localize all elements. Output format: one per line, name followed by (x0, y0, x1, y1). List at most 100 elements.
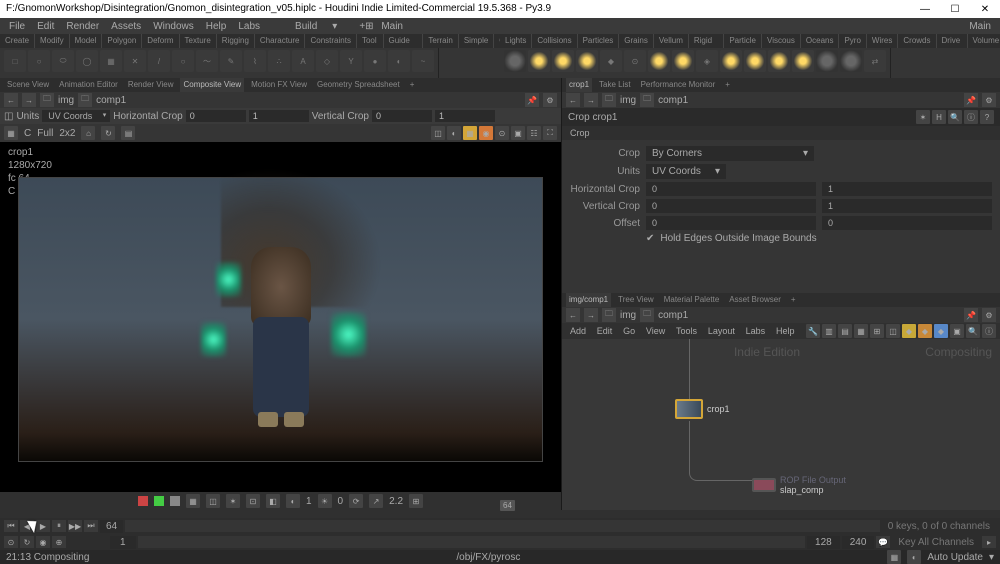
node-crop1[interactable]: crop1 (675, 399, 730, 419)
tool-stereo-icon[interactable] (816, 50, 838, 72)
shelf-tab[interactable]: Crowds (898, 34, 936, 48)
pin-icon[interactable]: 📌 (525, 93, 539, 107)
channel-c[interactable]: C (24, 128, 31, 139)
tool-geo-icon[interactable]: ◆ (600, 50, 622, 72)
tl-opt3[interactable]: ◉ (36, 536, 50, 548)
hcrop-1-field[interactable]: 1 (822, 182, 992, 196)
composite-viewport[interactable]: crop11280x720fc 64C (0, 142, 561, 492)
nm-i4[interactable]: ⊞ (870, 324, 884, 338)
shelf-tab[interactable]: Collisions (532, 34, 577, 48)
view-i4[interactable]: ◉ (479, 126, 493, 140)
shelf-tab[interactable]: Particle Flu (724, 34, 762, 48)
gear-icon[interactable]: ⚙ (982, 308, 996, 322)
guide-icon[interactable]: ◫ (4, 111, 13, 122)
view-i7[interactable]: ☷ (527, 126, 541, 140)
cur-frame[interactable]: 64 (100, 520, 123, 533)
tool-metaball-icon[interactable]: ● (364, 50, 386, 72)
path-obj[interactable]: img (58, 95, 74, 106)
hold-checkbox[interactable]: ✔ (646, 233, 654, 244)
folder-icon[interactable]: 🗀 (602, 93, 616, 107)
tool-env-icon[interactable]: ⊙ (624, 50, 646, 72)
tab-perf[interactable]: Performance Monitor (638, 78, 719, 92)
horiz-0-input[interactable] (186, 110, 246, 122)
play-back-button[interactable]: ▶ (36, 520, 50, 532)
nm-view[interactable]: View (642, 326, 669, 336)
vp-i5[interactable]: ◧ (266, 494, 280, 508)
tool-distantlight-icon[interactable] (672, 50, 694, 72)
tool-portal-icon[interactable]: ◈ (696, 50, 718, 72)
nm-help[interactable]: Help (772, 326, 799, 336)
folder2-icon[interactable]: 🗀 (640, 93, 654, 107)
back-icon[interactable]: ← (566, 308, 580, 322)
home-icon[interactable]: ⌂ (81, 126, 95, 140)
shelf-tab[interactable]: Guide Process (384, 34, 424, 48)
shelf-tab[interactable]: Particles (578, 34, 620, 48)
vp-i7[interactable]: ⟳ (349, 494, 363, 508)
tab-anim-editor[interactable]: Animation Editor (56, 78, 121, 92)
tab-add[interactable]: + (407, 78, 418, 92)
desk-right[interactable]: Main (964, 21, 996, 32)
tool-arealight-icon[interactable] (576, 50, 598, 72)
nm-i1[interactable]: ▥ (822, 324, 836, 338)
param-help-icon[interactable]: ? (980, 110, 994, 124)
view-opt-icon[interactable]: ▦ (4, 126, 18, 140)
nm-search-icon[interactable]: 🔍 (966, 324, 980, 338)
tab-imgcomp[interactable]: img/comp1 (566, 293, 611, 307)
param-h-icon[interactable]: H (932, 110, 946, 124)
shelf-tab[interactable]: Model (70, 34, 103, 48)
nm-wrench-icon[interactable]: 🔧 (806, 324, 820, 338)
tool-camera-icon[interactable] (504, 50, 526, 72)
tool-ambient-icon[interactable] (792, 50, 814, 72)
pin-icon[interactable]: 📌 (964, 308, 978, 322)
status-right[interactable]: Auto Update (927, 552, 983, 563)
tool-platonic-icon[interactable]: ◇ (316, 50, 338, 72)
shelf-tab[interactable]: Characture (255, 34, 306, 48)
param-info-icon[interactable]: ⓘ (964, 110, 978, 124)
menu-edit[interactable]: Edit (32, 21, 59, 32)
shelf-tab[interactable]: Wires (867, 34, 898, 48)
tab-takelist[interactable]: Take List (596, 78, 634, 92)
shelf-tab[interactable]: Terrain FX (423, 34, 458, 48)
nm-tools[interactable]: Tools (672, 326, 701, 336)
nm-add[interactable]: Add (566, 326, 590, 336)
nm-i7[interactable]: ◆ (918, 324, 932, 338)
tab-scene-view[interactable]: Scene View (4, 78, 52, 92)
offset-1-field[interactable]: 0 (822, 216, 992, 230)
tool-null-icon[interactable]: ✕ (124, 50, 146, 72)
vp-i6[interactable]: ◐ (286, 494, 300, 508)
tool-torus-icon[interactable]: ◯ (76, 50, 98, 72)
desktop-arrow[interactable]: ▾ (327, 21, 342, 32)
chat-icon[interactable]: 💬 (876, 536, 890, 548)
maximize-button[interactable]: ☐ (940, 1, 970, 18)
next-frame-button[interactable]: ▶▶ (68, 520, 82, 532)
vcrop-1-field[interactable]: 1 (822, 199, 992, 213)
path-node[interactable]: comp1 (658, 95, 688, 106)
close-button[interactable]: ✕ (970, 1, 1000, 18)
nm-layout[interactable]: Layout (704, 326, 739, 336)
fps[interactable]: 240 (842, 536, 875, 549)
menu-render[interactable]: Render (61, 21, 104, 32)
node-slap-comp[interactable]: ROP File Output slap_comp (752, 475, 846, 495)
menu-labs[interactable]: Labs (233, 21, 265, 32)
hcrop-0-field[interactable]: 0 (646, 182, 816, 196)
tool-circle-icon[interactable]: ○ (172, 50, 194, 72)
status-i2[interactable]: ◐ (907, 550, 921, 564)
fwd-icon[interactable]: → (22, 93, 36, 107)
tab-tree[interactable]: Tree View (615, 293, 657, 307)
gear-icon[interactable]: ⚙ (543, 93, 557, 107)
menu-file[interactable]: File (4, 21, 30, 32)
tool-line-icon[interactable]: / (148, 50, 170, 72)
vert-0-input[interactable] (372, 110, 432, 122)
tool-pointlight-icon[interactable] (528, 50, 550, 72)
view-i6[interactable]: ▣ (511, 126, 525, 140)
magnet-icon[interactable]: ⊙ (495, 126, 509, 140)
shelf-tab[interactable]: Oceans (801, 34, 840, 48)
vp-i2[interactable]: ◫ (206, 494, 220, 508)
chip-gray[interactable] (170, 496, 180, 506)
tool-path-icon[interactable]: ⌇ (244, 50, 266, 72)
pause-button[interactable]: ⏸ (52, 520, 66, 532)
path-node[interactable]: comp1 (658, 310, 688, 321)
view-i1[interactable]: ◫ (431, 126, 445, 140)
key-label[interactable]: Key All Channels (892, 537, 980, 548)
tl-arrow[interactable]: ▸ (982, 536, 996, 548)
